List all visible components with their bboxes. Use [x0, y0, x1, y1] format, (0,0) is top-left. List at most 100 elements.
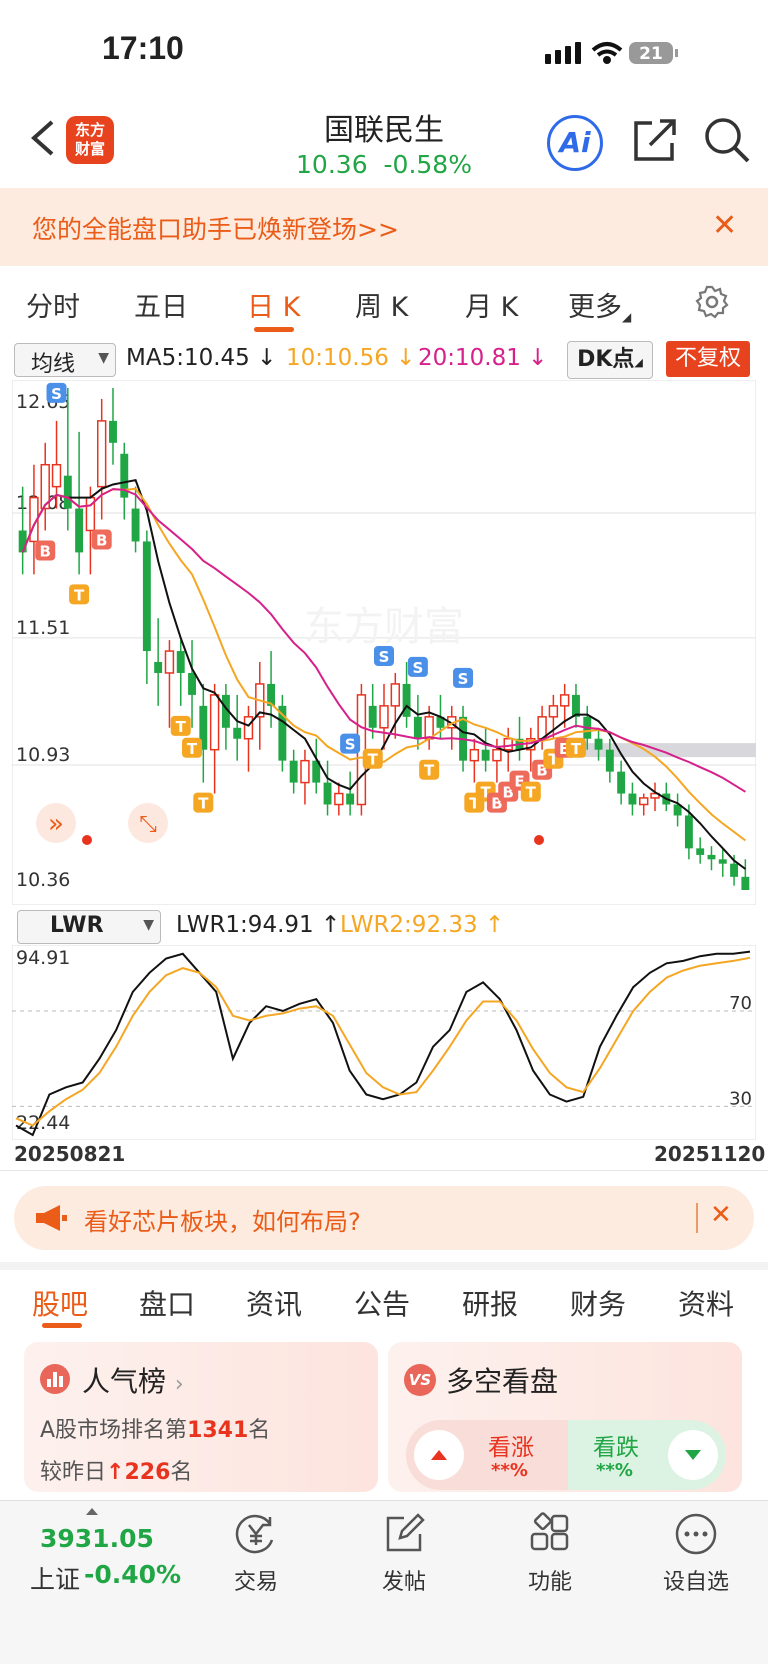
- dk-point-button[interactable]: DK点◢: [567, 341, 653, 379]
- ref-line-label: 30: [729, 1088, 752, 1109]
- lwr-chart[interactable]: 703094.9122.44: [12, 945, 756, 1140]
- candle: [572, 694, 580, 717]
- kline-chart[interactable]: 12.6512.0811.5110.9310.36东方财富SBBTTTTSTSS…: [12, 380, 756, 905]
- edit-icon[interactable]: [382, 1512, 426, 1556]
- tab-intraday[interactable]: 分时: [26, 285, 80, 324]
- candle: [730, 863, 739, 877]
- candle: [503, 737, 513, 751]
- ma5-label: MA5:10.45 ↓: [126, 345, 277, 371]
- svg-text:T: T: [571, 740, 582, 758]
- candle: [741, 876, 750, 890]
- tab-weekly-k[interactable]: 周 K: [355, 285, 408, 324]
- resize-icon: ⤡: [139, 812, 157, 837]
- candle: [696, 848, 705, 855]
- status-bar: 17:10 21: [0, 0, 768, 100]
- tab-announcements[interactable]: 公告: [354, 1283, 410, 1323]
- nav-post[interactable]: 发帖: [354, 1564, 454, 1596]
- candle: [96, 420, 107, 488]
- candle: [131, 508, 140, 542]
- tab-finance[interactable]: 财务: [570, 1283, 626, 1323]
- signal-marker: S: [407, 656, 428, 677]
- candle: [379, 705, 389, 729]
- triangle-down-icon: [685, 1450, 701, 1460]
- lwr-frame: [12, 945, 756, 1140]
- svg-text:S: S: [379, 648, 390, 666]
- candle: [164, 650, 175, 674]
- vote-down-pct: **%: [596, 1460, 633, 1481]
- candle: [718, 859, 727, 864]
- candle: [75, 508, 84, 553]
- nav-trade[interactable]: 交易: [206, 1564, 306, 1596]
- gear-icon[interactable]: [695, 285, 729, 319]
- candle: [176, 651, 185, 673]
- tab-news[interactable]: 资讯: [246, 1283, 302, 1323]
- bull-bear-title: 多空看盘: [446, 1365, 559, 1398]
- candle: [617, 771, 626, 794]
- svg-text:S: S: [458, 670, 469, 688]
- share-icon[interactable]: [630, 115, 680, 165]
- svg-text:T: T: [526, 784, 537, 802]
- more-dots-icon[interactable]: [674, 1512, 718, 1556]
- apps-icon[interactable]: [528, 1512, 572, 1556]
- tab-pankou[interactable]: 盘口: [139, 1283, 195, 1323]
- triangle-up-icon: [431, 1450, 447, 1460]
- candle: [639, 797, 649, 806]
- status-icons: 21: [545, 42, 678, 64]
- svg-text:S: S: [51, 385, 62, 403]
- svg-text:T: T: [74, 586, 85, 604]
- status-time: 17:10: [102, 30, 184, 66]
- signal-marker: T: [362, 748, 383, 769]
- trade-yen-icon[interactable]: [234, 1512, 278, 1556]
- red-dot: [82, 835, 92, 845]
- signal-marker: T: [565, 737, 586, 758]
- index-change[interactable]: -0.40%: [84, 1560, 181, 1589]
- svg-text:T: T: [368, 751, 379, 769]
- candle: [289, 760, 298, 783]
- banner-text[interactable]: 您的全能盘口助手已焕新登场>>: [32, 210, 399, 246]
- promo-text[interactable]: 看好芯片板块，如何布局?: [84, 1202, 361, 1237]
- tab-daily-k[interactable]: 日 K: [247, 285, 300, 324]
- close-icon[interactable]: ✕: [712, 208, 737, 243]
- candle: [334, 792, 344, 806]
- ma20-label: 20:10.81 ↓: [418, 345, 548, 371]
- lwr1-label: LWR1:94.91 ↑: [176, 912, 341, 938]
- svg-text:S: S: [345, 736, 356, 754]
- tab-more[interactable]: 更多◢: [568, 285, 631, 324]
- vote-up-pct: **%: [491, 1460, 528, 1481]
- candle: [233, 727, 242, 739]
- megaphone-icon: [36, 1205, 67, 1231]
- no-adjust-button[interactable]: 不复权: [666, 341, 750, 377]
- search-icon[interactable]: [702, 115, 752, 165]
- tab-five-day[interactable]: 五日: [134, 285, 188, 324]
- nav-add-watchlist[interactable]: 设自选: [646, 1564, 746, 1596]
- ma-select[interactable]: 均线 ▼: [14, 343, 116, 377]
- tab-underline: [42, 1323, 82, 1328]
- candle: [300, 759, 310, 784]
- candle: [481, 749, 490, 761]
- popularity-title[interactable]: 人气榜 ›: [82, 1360, 184, 1400]
- stock-price: 10.36: [296, 150, 368, 179]
- chart-bar-icon: [40, 1364, 70, 1394]
- y-tick-label: 94.91: [16, 947, 70, 969]
- svg-text:T: T: [176, 718, 187, 736]
- ai-button[interactable]: Ai: [547, 115, 603, 171]
- tab-underline: [254, 327, 294, 332]
- lwr-select[interactable]: LWR ▼: [17, 910, 161, 944]
- candle: [18, 530, 27, 553]
- index-value[interactable]: 3931.05: [40, 1524, 154, 1553]
- signal-marker: T: [419, 759, 440, 780]
- candle: [559, 694, 570, 707]
- caret-up-icon[interactable]: [84, 1506, 100, 1516]
- index-name[interactable]: 上证: [30, 1560, 80, 1596]
- tab-profile[interactable]: 资料: [678, 1283, 734, 1323]
- tab-monthly-k[interactable]: 月 K: [465, 285, 518, 324]
- vote-up-label: 看涨: [488, 1435, 534, 1461]
- close-icon[interactable]: ✕: [710, 1200, 732, 1230]
- nav-functions[interactable]: 功能: [500, 1564, 600, 1596]
- tab-guba[interactable]: 股吧: [32, 1283, 88, 1323]
- vs-icon: VS: [404, 1364, 436, 1396]
- tab-research[interactable]: 研报: [462, 1283, 518, 1323]
- candle: [209, 694, 220, 751]
- signal-marker: B: [91, 529, 112, 550]
- candle: [628, 793, 637, 805]
